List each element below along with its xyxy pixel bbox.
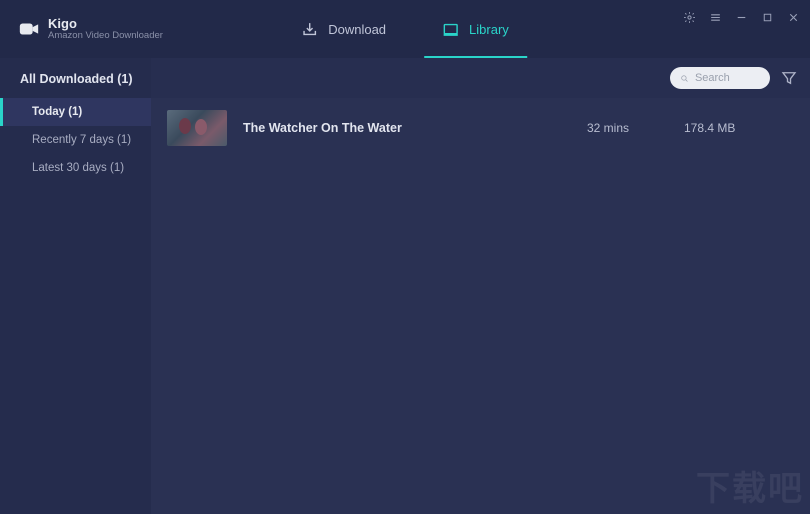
search-input[interactable] — [695, 72, 760, 84]
sidebar-item-latest30[interactable]: Latest 30 days (1) — [0, 154, 151, 182]
sidebar-item-label: Latest 30 days (1) — [32, 162, 124, 174]
search-box[interactable] — [670, 67, 770, 89]
list-item[interactable]: The Watcher On The Water 32 mins 178.4 M… — [151, 98, 810, 158]
video-title: The Watcher On The Water — [243, 121, 532, 135]
main-panel: The Watcher On The Water 32 mins 178.4 M… — [151, 58, 810, 514]
sidebar: All Downloaded (1) Today (1) Recently 7 … — [0, 58, 151, 514]
tab-library[interactable]: Library — [414, 0, 537, 58]
search-icon — [680, 73, 689, 84]
app-name: Kigo — [48, 17, 163, 31]
app-subtitle: Amazon Video Downloader — [48, 31, 163, 41]
window-controls — [682, 10, 800, 24]
sidebar-item-today[interactable]: Today (1) — [0, 98, 151, 126]
titlebar: Kigo Amazon Video Downloader Download Li… — [0, 0, 810, 58]
library-list: The Watcher On The Water 32 mins 178.4 M… — [151, 98, 810, 514]
video-duration: 32 mins — [548, 121, 668, 135]
close-icon[interactable] — [786, 10, 800, 24]
tab-download-label: Download — [328, 22, 386, 37]
filter-icon[interactable] — [780, 69, 798, 87]
camera-icon — [18, 18, 40, 40]
menu-icon[interactable] — [708, 10, 722, 24]
minimize-icon[interactable] — [734, 10, 748, 24]
app-logo: Kigo Amazon Video Downloader — [0, 17, 163, 42]
settings-icon[interactable] — [682, 10, 696, 24]
sidebar-item-label: Recently 7 days (1) — [32, 134, 131, 146]
video-size: 178.4 MB — [684, 121, 794, 135]
tab-library-label: Library — [469, 22, 509, 37]
tab-download[interactable]: Download — [273, 0, 414, 58]
sidebar-item-label: Today (1) — [32, 106, 82, 118]
sidebar-header[interactable]: All Downloaded (1) — [0, 58, 151, 98]
library-toolbar — [151, 58, 810, 98]
sidebar-item-recent7[interactable]: Recently 7 days (1) — [0, 126, 151, 154]
video-thumbnail — [167, 110, 227, 146]
main-tabs: Download Library — [273, 0, 537, 58]
maximize-icon[interactable] — [760, 10, 774, 24]
